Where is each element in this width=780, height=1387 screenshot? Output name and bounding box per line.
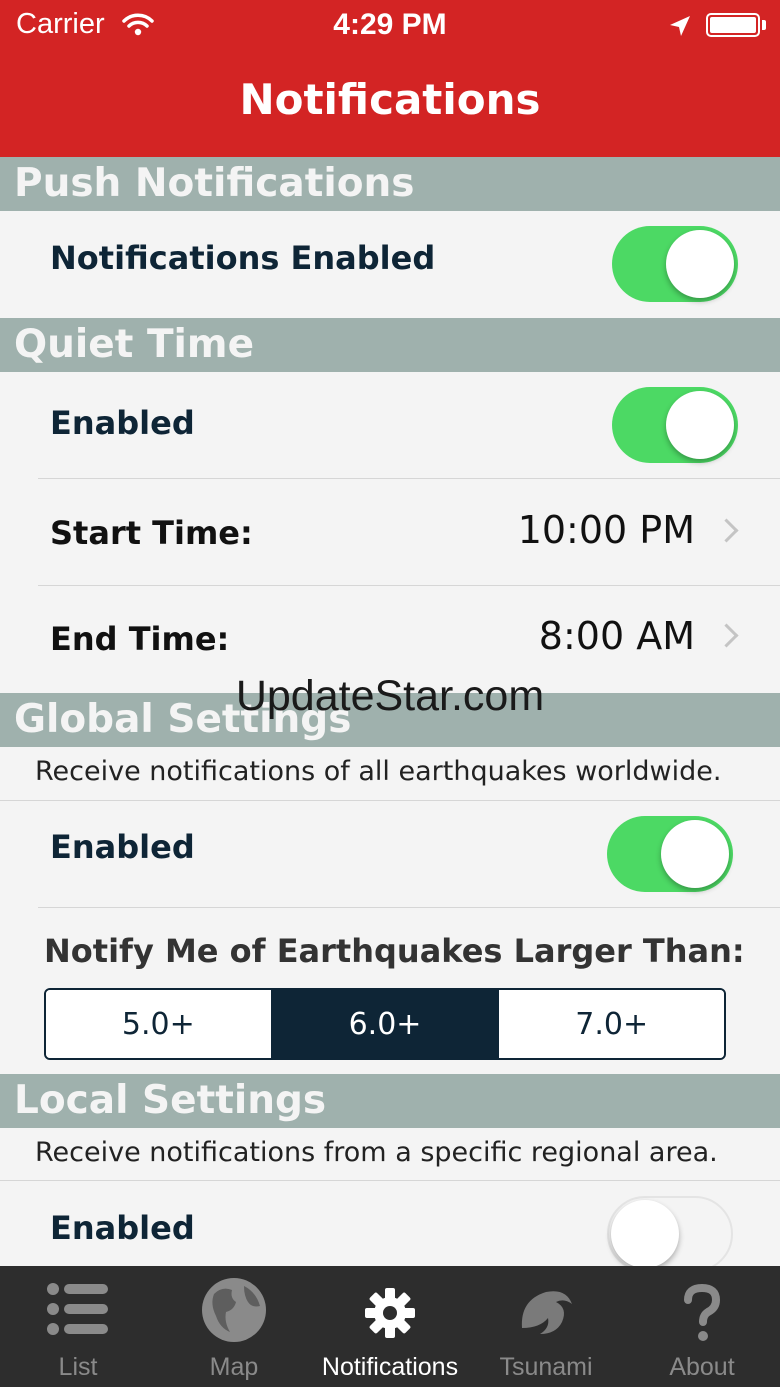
watermark: UpdateStar.com [235,672,545,720]
end-time-value: 8:00 AM [538,614,695,658]
local-description: Receive notifications from a specific re… [35,1137,718,1168]
global-enabled-toggle[interactable] [607,816,733,892]
tab-label: Tsunami [499,1353,593,1381]
globe-icon [202,1278,266,1342]
tab-notifications[interactable]: Notifications [312,1266,468,1387]
magnitude-option-7[interactable]: 7.0+ [499,990,724,1058]
toggle-knob [661,820,729,888]
notifications-enabled-label: Notifications Enabled [50,239,436,277]
tab-tsunami[interactable]: Tsunami [468,1266,624,1387]
chevron-right-icon [714,518,739,543]
local-enabled-label: Enabled [50,1209,195,1247]
tab-label: Notifications [321,1353,459,1381]
wave-icon [521,1291,572,1334]
battery-tip [762,20,766,30]
tab-label: About [669,1353,735,1381]
local-enabled-toggle[interactable] [607,1196,733,1272]
row-separator [38,907,780,908]
question-icon [684,1284,721,1341]
tab-map[interactable]: Map [156,1266,312,1387]
toggle-knob [666,230,734,298]
start-time-label: Start Time: [50,514,253,552]
section-header-local: Local Settings [0,1074,780,1128]
gear-icon [365,1288,415,1338]
magnitude-label: Notify Me of Earthquakes Larger Than: [44,932,745,970]
global-description: Receive notifications of all earthquakes… [35,756,722,787]
section-header-push: Push Notifications [0,157,780,211]
section-header-quiet-time: Quiet Time [0,318,780,372]
quiet-time-enabled-toggle[interactable] [612,387,738,463]
page-title: Notifications [239,75,541,124]
status-time: 4:29 PM [333,8,447,41]
row-separator [0,800,780,801]
toggle-knob [666,391,734,459]
magnitude-option-6[interactable]: 6.0+ [272,990,500,1058]
row-separator [0,1180,780,1181]
battery-icon [706,13,760,37]
start-time-value: 10:00 PM [517,508,695,552]
list-icon [47,1283,108,1335]
end-time-label: End Time: [50,620,230,658]
notifications-enabled-toggle[interactable] [612,226,738,302]
toggle-knob [611,1200,679,1268]
tab-list[interactable]: List [0,1266,156,1387]
magnitude-option-5[interactable]: 5.0+ [46,990,273,1058]
row-separator [38,478,780,479]
tab-about[interactable]: About [624,1266,780,1387]
chevron-right-icon [714,623,739,648]
global-enabled-label: Enabled [50,828,195,866]
location-arrow-icon [670,16,690,36]
row-separator [38,585,780,586]
tab-label: List [58,1353,98,1381]
quiet-time-enabled-label: Enabled [50,404,195,442]
tab-bar: List Map Notifications Tsunami About [0,1266,780,1387]
magnitude-segmented-control: 5.0+ 6.0+ 7.0+ [44,988,726,1060]
tab-label: Map [209,1353,259,1381]
navigation-header: Carrier 4:29 PM Notifications [0,0,780,157]
